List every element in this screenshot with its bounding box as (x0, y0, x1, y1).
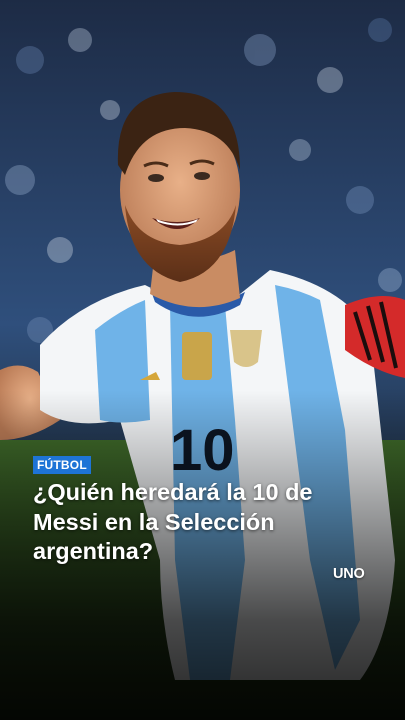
headline[interactable]: ¿Quién heredará la 10 de Messi en la Sel… (33, 478, 353, 567)
category-badge[interactable]: FÚTBOL (33, 456, 91, 474)
brand-logo: UNO (333, 566, 365, 582)
story-card[interactable]: 10 FÚTBOL ¿Quién heredará la 10 de Messi… (0, 0, 405, 720)
